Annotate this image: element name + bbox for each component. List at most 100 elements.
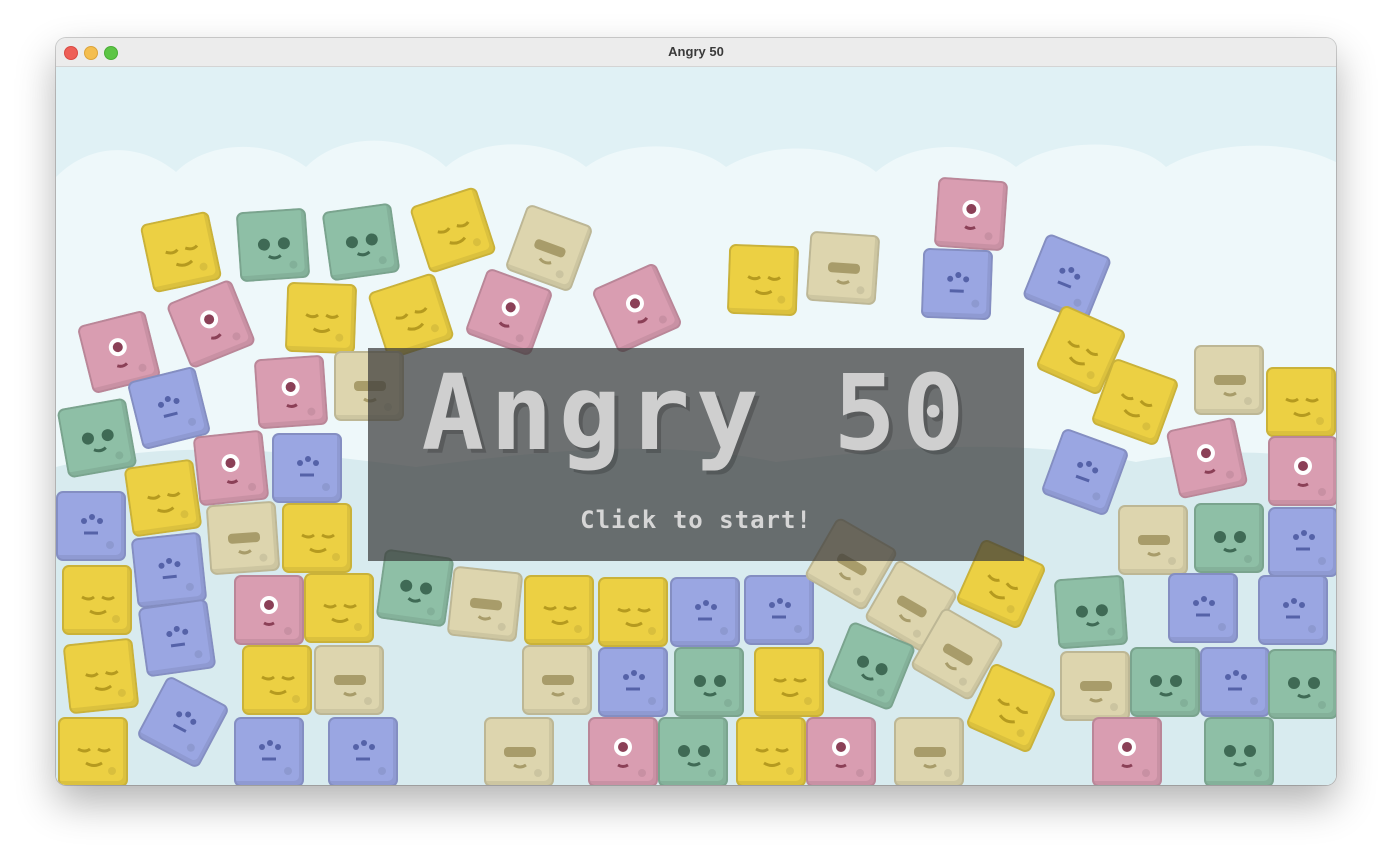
face-icon [81, 429, 124, 460]
teal-face-block [235, 207, 311, 283]
face-icon [623, 670, 656, 705]
pink-face-block [192, 429, 270, 507]
face-icon [323, 603, 362, 631]
face-icon [81, 595, 120, 623]
yellow-face-block [524, 575, 594, 645]
face-icon [437, 220, 481, 247]
yellow-face-block [736, 717, 806, 785]
teal-face-block [1204, 717, 1274, 785]
face-icon [755, 747, 794, 775]
face-icon [301, 533, 340, 561]
blue-face-block [920, 247, 994, 321]
face-icon [1224, 745, 1262, 777]
face-icon [1080, 681, 1118, 711]
tan-face-block [1194, 345, 1264, 415]
start-overlay[interactable]: Angry 50 Click to start! [368, 348, 1024, 561]
pink-face-block [588, 717, 658, 785]
face-icon [1138, 535, 1176, 565]
window-title: Angry 50 [668, 44, 724, 59]
face-icon [85, 670, 126, 697]
face-icon [227, 532, 268, 562]
yellow-face-block [284, 281, 358, 355]
tan-face-block [484, 717, 554, 785]
yellow-face-block [366, 271, 456, 361]
face-icon [77, 747, 116, 775]
face-icon [914, 747, 952, 777]
face-icon [1118, 738, 1150, 777]
face-icon [1283, 598, 1316, 633]
yellow-face-block [62, 637, 140, 715]
face-icon [769, 598, 802, 633]
pink-face-block [1092, 717, 1162, 785]
teal-face-block [1194, 503, 1264, 573]
yellow-face-block [1266, 367, 1336, 437]
tan-face-block [894, 717, 964, 785]
face-icon [158, 557, 194, 591]
face-icon [1193, 596, 1226, 631]
face-icon [261, 675, 300, 703]
yellow-face-block [62, 565, 132, 635]
face-icon [1214, 531, 1252, 563]
teal-face-block [1130, 647, 1200, 717]
yellow-face-block [58, 717, 128, 785]
face-icon [773, 677, 812, 705]
tan-face-block [446, 565, 524, 643]
face-icon [297, 456, 330, 491]
yellow-face-block [242, 645, 312, 715]
tan-face-block [1118, 505, 1188, 575]
face-icon [257, 237, 298, 269]
face-icon [1288, 677, 1326, 709]
face-icon [259, 740, 292, 775]
yellow-face-block [139, 210, 223, 294]
game-canvas[interactable]: Angry 50 Click to start! [56, 67, 1336, 785]
blue-face-block [1200, 647, 1270, 717]
face-icon [1196, 444, 1234, 479]
face-icon [166, 625, 203, 659]
face-icon [172, 711, 197, 752]
blue-face-block [135, 674, 231, 770]
face-icon [1294, 457, 1326, 496]
yellow-face-block [754, 647, 824, 717]
face-icon [395, 306, 439, 333]
face-icon [1075, 460, 1101, 501]
face-icon [543, 605, 582, 633]
pink-face-block [1268, 436, 1336, 506]
pink-face-block [806, 717, 876, 785]
title-bar: Angry 50 [56, 38, 1336, 67]
face-icon [498, 298, 524, 343]
click-to-start-prompt[interactable]: Click to start! [368, 506, 1024, 534]
blue-face-block [137, 598, 217, 678]
face-icon [542, 675, 580, 705]
teal-face-block [674, 647, 744, 717]
tan-face-block [805, 230, 881, 306]
face-icon [947, 272, 980, 308]
face-icon [1225, 670, 1258, 705]
pink-face-block [234, 575, 304, 645]
face-icon [281, 378, 316, 416]
face-icon [147, 491, 189, 519]
face-icon [694, 675, 732, 707]
face-icon [962, 200, 993, 241]
pink-face-block [165, 278, 257, 370]
blue-face-block [1268, 507, 1336, 577]
face-icon [345, 233, 387, 265]
blue-face-block [234, 717, 304, 785]
blue-face-block [1040, 427, 1130, 517]
face-icon [695, 600, 728, 635]
tan-face-block [522, 645, 592, 715]
face-icon [614, 738, 646, 777]
blue-face-block [744, 575, 814, 645]
face-icon [832, 738, 864, 777]
teal-face-block [658, 717, 728, 785]
face-icon [625, 294, 667, 324]
face-icon [353, 740, 386, 775]
yellow-face-block [282, 503, 352, 573]
teal-face-block [1053, 574, 1129, 650]
face-icon [334, 675, 372, 705]
face-icon [678, 745, 716, 777]
pink-face-block [1165, 416, 1249, 500]
game-window: Angry 50 Angry 50 Click to start! [56, 38, 1336, 785]
yellow-face-block [123, 458, 203, 538]
pink-face-block [933, 176, 1009, 252]
pink-face-block [253, 354, 329, 430]
